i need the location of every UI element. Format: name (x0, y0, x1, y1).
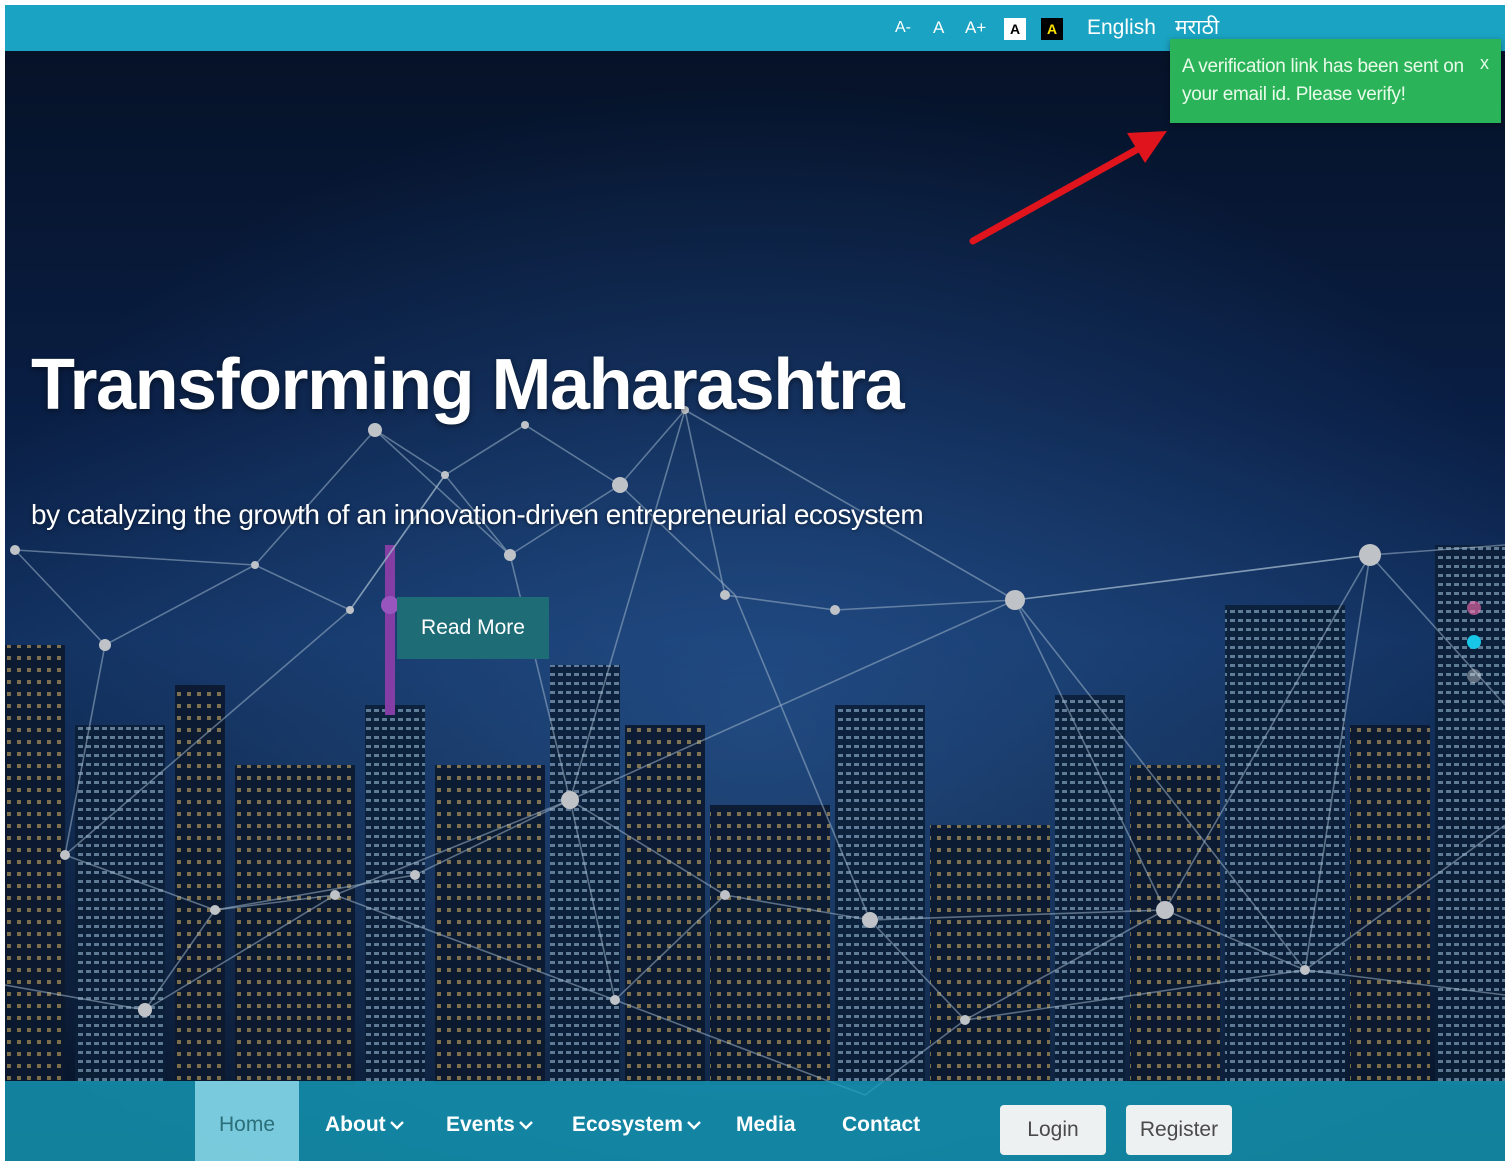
language-english-link[interactable]: English (1087, 5, 1156, 51)
chevron-down-icon (389, 1121, 404, 1131)
slider-indicator-dot[interactable] (1467, 669, 1481, 683)
font-size-increase-button[interactable]: A+ (965, 5, 986, 51)
nav-home-label: Home (218, 1113, 276, 1136)
slider-indicator-dot-active[interactable] (1467, 635, 1481, 649)
nav-media-label: Media (736, 1113, 796, 1136)
main-navbar: Home About Events Ecosystem Media Contac… (5, 1081, 1505, 1161)
nav-events[interactable]: Events (446, 1081, 534, 1161)
nav-ecosystem-label: Ecosystem (572, 1113, 683, 1136)
browser-viewport: A- A A+ A A English मराठी A verification… (5, 5, 1505, 1161)
chevron-down-icon (519, 1121, 533, 1131)
slider-indicator-dot[interactable] (1467, 601, 1481, 615)
register-button[interactable]: Register (1126, 1105, 1232, 1155)
nav-ecosystem[interactable]: Ecosystem (572, 1081, 702, 1161)
toast-close-button[interactable]: x (1480, 53, 1489, 74)
nav-about-label: About (325, 1113, 386, 1136)
contrast-default-button[interactable]: A (1004, 18, 1026, 40)
contrast-high-button[interactable]: A (1041, 18, 1063, 40)
toast-message: A verification link has been sent on you… (1182, 56, 1464, 105)
font-size-normal-button[interactable]: A (933, 5, 944, 51)
chevron-down-icon (687, 1121, 701, 1131)
hero-title: Transforming Maharashtra (31, 345, 905, 425)
nav-events-label: Events (446, 1113, 515, 1136)
hero-background-image (5, 5, 1505, 1161)
verification-toast: A verification link has been sent on you… (1170, 39, 1501, 123)
nav-contact-label: Contact (842, 1113, 921, 1136)
nav-media[interactable]: Media (736, 1081, 796, 1161)
nav-contact[interactable]: Contact (842, 1081, 920, 1161)
font-size-decrease-button[interactable]: A- (895, 5, 911, 51)
read-more-button[interactable]: Read More (397, 597, 549, 659)
nav-about[interactable]: About (325, 1081, 405, 1161)
login-button[interactable]: Login (1000, 1105, 1106, 1155)
nav-home[interactable]: Home (195, 1081, 299, 1161)
hero-subtitle: by catalyzing the growth of an innovatio… (31, 499, 924, 530)
